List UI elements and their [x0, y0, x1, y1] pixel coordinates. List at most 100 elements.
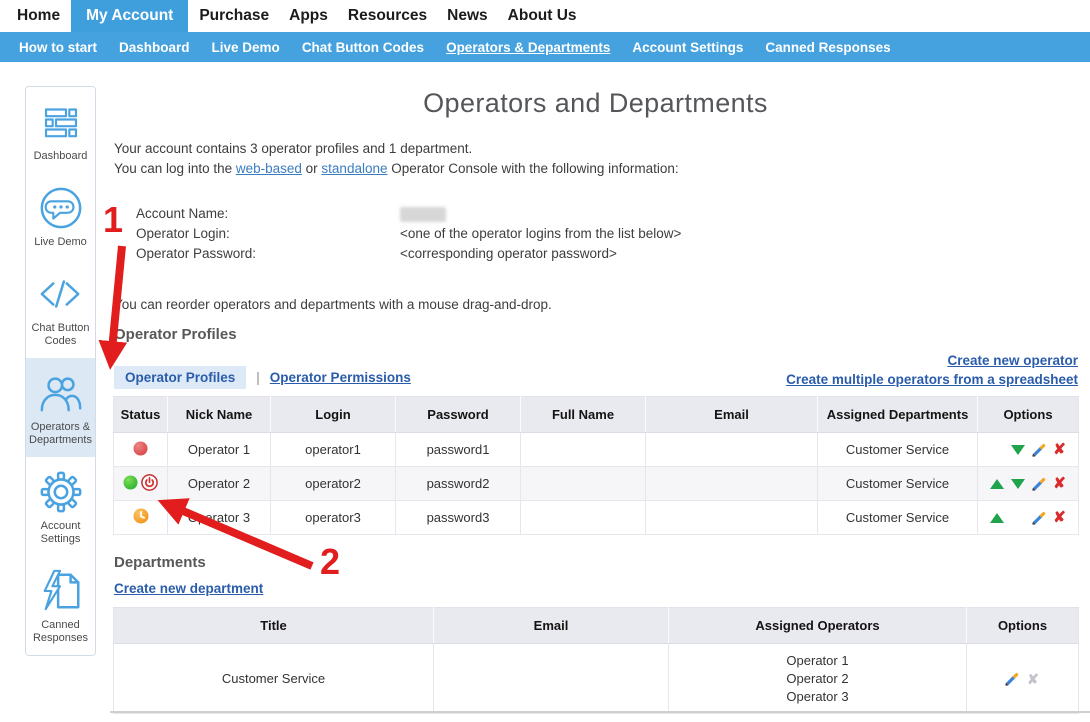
intro-line-2-or: or — [302, 161, 322, 176]
offline-status-icon — [133, 441, 148, 459]
top-nav-my-account[interactable]: My Account — [71, 0, 188, 32]
operators-departments-page: Home My Account Purchase Apps Resources … — [0, 0, 1090, 722]
sidebar-item-account-settings[interactable]: Account Settings — [26, 457, 95, 556]
options-cell: ✘ — [978, 501, 1079, 535]
account-name-redacted-value — [400, 207, 446, 222]
intro-line-2-pre: You can log into the — [114, 161, 236, 176]
options-cell: ✘ — [978, 467, 1079, 501]
col-nick-name: Nick Name — [168, 397, 271, 433]
move-down-icon[interactable] — [1008, 475, 1027, 493]
sidebar-item-operators-departments[interactable]: Operators & Departments — [26, 358, 95, 457]
intro-line-2: You can log into the web-based or standa… — [114, 159, 679, 179]
create-operator-links: Create new operator Create multiple oper… — [786, 351, 1078, 389]
create-new-operator-link[interactable]: Create new operator — [947, 353, 1078, 368]
annotation-marker-2: 2 — [320, 541, 340, 583]
edit-pencil-icon[interactable] — [1029, 509, 1048, 527]
move-up-icon[interactable] — [987, 475, 1006, 493]
sub-nav-how-to-start[interactable]: How to start — [8, 40, 108, 55]
password-cell: password1 — [396, 433, 521, 467]
options-cell: ✘ — [967, 644, 1079, 714]
create-multiple-operators-link[interactable]: Create multiple operators from a spreads… — [786, 372, 1078, 387]
col-options: Options — [978, 397, 1079, 433]
password-cell: password2 — [396, 467, 521, 501]
tab-separator: | — [256, 370, 260, 385]
edit-pencil-icon[interactable] — [1029, 441, 1048, 459]
top-nav-about-us[interactable]: About Us — [499, 0, 586, 32]
sub-nav-account-settings[interactable]: Account Settings — [621, 40, 754, 55]
email-cell — [434, 644, 669, 714]
annotation-marker-1: 1 — [103, 199, 123, 241]
logout-power-button-icon[interactable] — [141, 474, 158, 494]
department-row-1[interactable]: Customer Service Operator 1 Operator 2 O… — [114, 644, 1079, 714]
tab-operator-profiles[interactable]: Operator Profiles — [114, 366, 246, 389]
delete-x-icon[interactable]: ✘ — [1050, 475, 1069, 493]
create-new-department-link[interactable]: Create new department — [114, 581, 263, 596]
top-nav-resources[interactable]: Resources — [339, 0, 436, 32]
delete-x-icon[interactable]: ✘ — [1050, 509, 1069, 527]
operator-row-3[interactable]: Operator 3 operator3 password3 Customer … — [114, 501, 1079, 535]
code-icon — [38, 271, 84, 317]
delete-x-icon[interactable]: ✘ — [1050, 441, 1069, 459]
operator-row-2[interactable]: Operator 2 operator2 password2 Customer … — [114, 467, 1079, 501]
sidebar-item-dashboard[interactable]: Dashboard — [26, 87, 95, 173]
intro-line-2-post: Operator Console with the following info… — [387, 161, 678, 176]
sub-nav-chat-button-codes[interactable]: Chat Button Codes — [291, 40, 435, 55]
away-clock-status-icon — [133, 508, 149, 527]
full-name-cell — [521, 467, 646, 501]
status-cell — [114, 501, 168, 535]
sidebar-item-chat-button-codes[interactable]: Chat Button Codes — [26, 259, 95, 358]
login-cell: operator1 — [271, 433, 396, 467]
top-nav-home[interactable]: Home — [8, 0, 69, 32]
col-options: Options — [967, 608, 1079, 644]
sidebar-item-label: Live Demo — [34, 236, 87, 249]
email-cell — [646, 467, 818, 501]
nick-name-cell: Operator 1 — [168, 433, 271, 467]
assigned-operator: Operator 3 — [669, 688, 966, 706]
sidebar-item-canned-responses[interactable]: Canned Responses — [26, 556, 95, 655]
full-name-cell — [521, 501, 646, 535]
sub-nav-live-demo[interactable]: Live Demo — [201, 40, 291, 55]
tab-operator-permissions[interactable]: Operator Permissions — [270, 370, 411, 385]
chat-bubble-icon — [38, 185, 84, 231]
col-email: Email — [434, 608, 669, 644]
email-cell — [646, 501, 818, 535]
move-up-icon[interactable] — [987, 509, 1006, 527]
col-password: Password — [396, 397, 521, 433]
top-nav-news[interactable]: News — [438, 0, 497, 32]
move-down-icon[interactable] — [1008, 441, 1027, 459]
login-credentials: Account Name: Operator Login: <one of th… — [136, 204, 681, 264]
intro-text: Your account contains 3 operator profile… — [114, 139, 679, 179]
empty-slot — [987, 441, 1006, 459]
standalone-link[interactable]: standalone — [321, 161, 387, 176]
col-title: Title — [114, 608, 434, 644]
canned-response-icon — [38, 568, 84, 614]
sidebar-item-live-demo[interactable]: Live Demo — [26, 173, 95, 259]
password-cell: password3 — [396, 501, 521, 535]
col-email: Email — [646, 397, 818, 433]
operator-login-value: <one of the operator logins from the lis… — [400, 224, 681, 244]
col-assigned-operators: Assigned Operators — [669, 608, 967, 644]
sidebar-item-label: Account Settings — [28, 520, 93, 546]
assigned-operator: Operator 2 — [669, 670, 966, 688]
assigned-operators-cell: Operator 1 Operator 2 Operator 3 — [669, 644, 967, 714]
empty-slot — [1008, 509, 1027, 527]
operator-password-label: Operator Password: — [136, 244, 400, 264]
operator-row-1[interactable]: Operator 1 operator1 password1 Customer … — [114, 433, 1079, 467]
operators-table: Status Nick Name Login Password Full Nam… — [113, 396, 1079, 535]
edit-pencil-icon[interactable] — [1003, 670, 1022, 688]
top-nav-apps[interactable]: Apps — [280, 0, 337, 32]
departments-cell: Customer Service — [818, 433, 978, 467]
web-based-link[interactable]: web-based — [236, 161, 302, 176]
departments-cell: Customer Service — [818, 501, 978, 535]
edit-pencil-icon[interactable] — [1029, 475, 1048, 493]
departments-heading: Departments — [114, 554, 206, 571]
sub-nav-canned-responses[interactable]: Canned Responses — [754, 40, 901, 55]
sub-nav-dashboard[interactable]: Dashboard — [108, 40, 201, 55]
gear-icon — [38, 469, 84, 515]
top-nav-purchase[interactable]: Purchase — [190, 0, 278, 32]
account-name-label: Account Name: — [136, 204, 400, 224]
nick-name-cell: Operator 2 — [168, 467, 271, 501]
full-name-cell — [521, 433, 646, 467]
reorder-note: You can reorder operators and department… — [114, 297, 552, 312]
sub-nav-operators-departments[interactable]: Operators & Departments — [435, 40, 621, 55]
